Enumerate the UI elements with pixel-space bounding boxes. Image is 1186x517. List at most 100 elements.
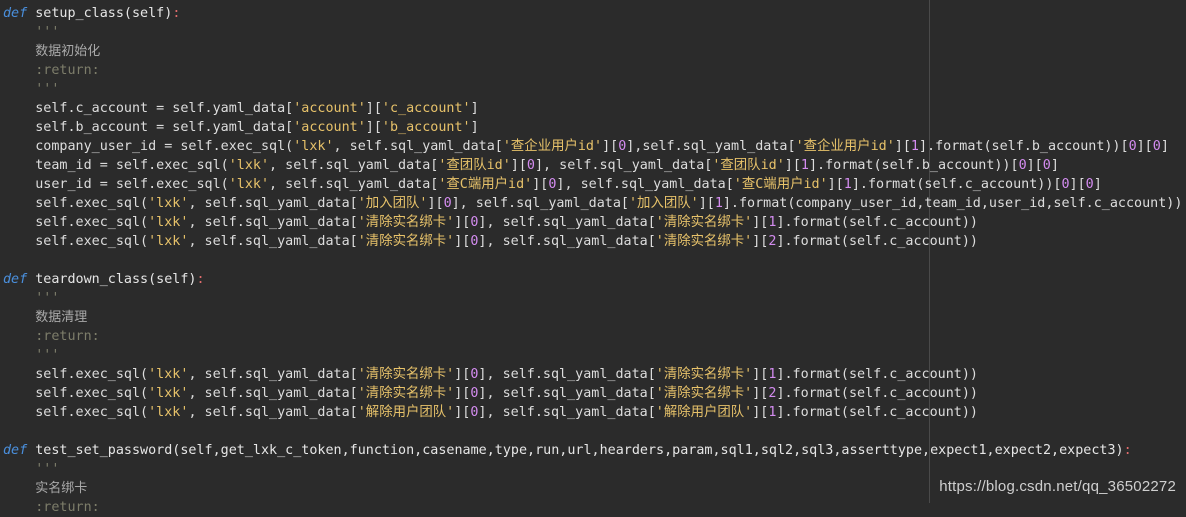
code-line: self.b_account = self.yaml_data['account… [3, 118, 479, 137]
code-token: '加入团队' [629, 196, 699, 211]
code-line: self.exec_sql('lxk', self.sql_yaml_data[… [3, 213, 978, 232]
code-token: 'lxk' [228, 177, 270, 192]
code-token: ][ [752, 405, 769, 420]
code-token: self.b_account = self.yaml_data[ [3, 120, 294, 135]
code-token: 1 [843, 177, 852, 192]
code-token: team_id = self.exec_sql( [3, 158, 229, 173]
code-token: '查C端用户id' [733, 177, 828, 192]
code-line: ''' [3, 80, 59, 99]
code-token: def [3, 443, 28, 458]
code-token: 0 [1061, 177, 1070, 192]
code-token: ][ [1026, 158, 1043, 173]
code-token: 0 [1042, 158, 1051, 173]
code-line: ''' [3, 23, 59, 42]
code-token: 数据清理 [35, 310, 88, 325]
code-token: '清除实名绑卡' [655, 367, 753, 382]
code-token: ] [1093, 177, 1102, 192]
code-token: 'lxk' [293, 139, 334, 154]
code-line: ''' [3, 289, 59, 308]
code-token: 数据初始化 [35, 44, 101, 59]
code-token: ], self.sql_yaml_data[ [478, 215, 656, 230]
code-token: ][ [1136, 139, 1153, 154]
code-token: 'lxk' [148, 234, 189, 249]
code-token: , self.sql_yaml_data[ [188, 367, 358, 382]
code-token: 'c_account' [381, 101, 471, 116]
code-token: ][ [454, 234, 471, 249]
code-token: ][ [1069, 177, 1086, 192]
code-line: self.c_account = self.yaml_data['account… [3, 99, 479, 118]
code-token: , self.sql_yaml_data[ [188, 234, 358, 249]
code-token: '清除实名绑卡' [357, 234, 455, 249]
code-token: ], self.sql_yaml_data[ [451, 196, 629, 211]
code-token: '解除用户团队' [655, 405, 753, 420]
code-line: def teardown_class(self): [3, 270, 205, 289]
code-token: self.exec_sql( [3, 367, 149, 382]
code-token: ''' [3, 291, 60, 306]
code-token: ][ [827, 177, 844, 192]
code-token: ][ [894, 139, 911, 154]
code-token: ][ [454, 405, 471, 420]
code-token: 'lxk' [148, 215, 189, 230]
code-token: self.exec_sql( [3, 196, 149, 211]
code-token: ][ [784, 158, 801, 173]
code-line: company_user_id = self.exec_sql('lxk', s… [3, 137, 1169, 156]
code-line: self.exec_sql('lxk', self.sql_yaml_data[… [3, 232, 978, 251]
code-token: ].format(company_user_id,team_id,user_id… [722, 196, 1183, 211]
code-line: 数据初始化 [3, 42, 100, 61]
code-token: '清除实名绑卡' [655, 215, 753, 230]
code-token: 0 [1152, 139, 1161, 154]
code-token: 0 [1128, 139, 1137, 154]
code-token: ], self.sql_yaml_data[ [478, 386, 656, 401]
code-token: '查企业用户id' [795, 139, 895, 154]
code-token: , self.sql_yaml_data[ [269, 177, 439, 192]
code-token: 0 [526, 158, 535, 173]
code-token: ] [470, 101, 479, 116]
code-token: '加入团队' [357, 196, 428, 211]
code-token: ].format(self.c_account)) [776, 386, 978, 401]
code-token: ''' [3, 82, 60, 97]
code-token: ], self.sql_yaml_data[ [478, 405, 656, 420]
code-token: ][ [454, 367, 471, 382]
code-token: ][ [365, 101, 382, 116]
code-token: ][ [752, 234, 769, 249]
code-token: ].format(self.b_account))[ [808, 158, 1019, 173]
code-token: self.exec_sql( [3, 215, 149, 230]
code-token: 'lxk' [148, 405, 189, 420]
code-token: 0 [1085, 177, 1094, 192]
code-line: def test_set_password(self,get_lxk_c_tok… [3, 441, 1132, 460]
code-token: ] [1160, 139, 1169, 154]
code-token: ][ [427, 196, 444, 211]
code-editor[interactable]: def setup_class(self): ''' 数据初始化 :return… [0, 0, 1186, 515]
code-token: self.c_account = self.yaml_data[ [3, 101, 294, 116]
code-token: , self.sql_yaml_data[ [188, 386, 358, 401]
code-line: self.exec_sql('lxk', self.sql_yaml_data[… [3, 365, 978, 384]
code-token: ].format(self.c_account)) [776, 367, 978, 382]
code-token: ], self.sql_yaml_data[ [478, 367, 656, 382]
code-token: ], self.sql_yaml_data[ [534, 158, 713, 173]
code-token: , self.sql_yaml_data[ [188, 405, 358, 420]
code-token: self.exec_sql( [3, 234, 149, 249]
code-token: def [3, 272, 28, 287]
code-token: self.exec_sql( [3, 405, 149, 420]
code-token: ].format(self.c_account)) [776, 234, 978, 249]
code-token: :return: [3, 63, 100, 78]
code-token: : [172, 6, 181, 21]
code-token: '查C端用户id' [438, 177, 533, 192]
code-token: 'b_account' [381, 120, 471, 135]
code-token: ''' [3, 462, 60, 477]
code-token: def [3, 6, 28, 21]
code-token: : [196, 272, 205, 287]
code-token: ].format(self.b_account))[ [918, 139, 1129, 154]
code-line: self.exec_sql('lxk', self.sql_yaml_data[… [3, 384, 978, 403]
code-token: ][ [532, 177, 549, 192]
code-token: '解除用户团队' [357, 405, 455, 420]
code-token: ] [470, 120, 479, 135]
code-token: ][ [454, 215, 471, 230]
code-token: '清除实名绑卡' [655, 234, 753, 249]
code-token: 实名绑卡 [35, 481, 88, 496]
code-token: : [1123, 443, 1132, 458]
code-line: 实名绑卡 [3, 479, 87, 498]
code-token: ].format(self.c_account)) [776, 215, 978, 230]
